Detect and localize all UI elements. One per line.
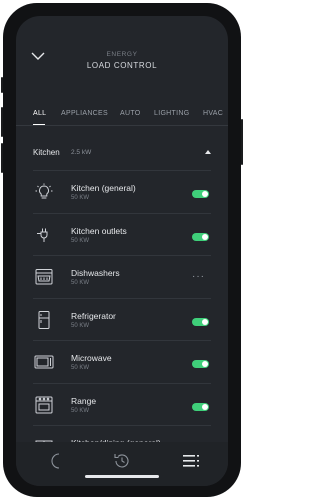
toggle-knob <box>202 233 208 240</box>
item-power: 50 KW <box>71 322 90 329</box>
list-item[interactable]: Kitchen outlets 50 KW <box>33 212 211 256</box>
tab-bar: ALL APPLIANCES AUTO LIGHTING HVAC <box>16 102 228 126</box>
item-name: Dishwashers <box>71 268 120 278</box>
toggle-knob <box>202 361 208 367</box>
menu-icon[interactable] <box>179 451 203 471</box>
side-button <box>1 107 3 137</box>
item-power: 50 KW <box>71 237 90 244</box>
screen: ENERGY LOAD CONTROL ALL APPLIANCES AUTO … <box>16 16 228 486</box>
item-name: Range <box>71 395 97 406</box>
tab-lighting[interactable]: LIGHTING <box>154 110 189 117</box>
lightbulb-icon <box>34 183 54 201</box>
clock-icon[interactable] <box>110 451 134 471</box>
toggle-switch[interactable] <box>192 190 209 198</box>
toggle-switch[interactable] <box>192 402 209 411</box>
plug-icon <box>34 226 54 244</box>
moon-icon[interactable] <box>44 451 68 471</box>
tab-all[interactable]: ALL <box>33 110 46 117</box>
side-button <box>1 77 3 93</box>
item-power: 50 KW <box>71 195 90 201</box>
header-supertitle: ENERGY <box>106 51 138 58</box>
header: ENERGY LOAD CONTROL <box>16 16 228 76</box>
microwave-icon <box>34 353 54 371</box>
toggle-knob <box>202 318 208 325</box>
more-options-icon[interactable]: ··· <box>192 271 205 282</box>
tab-appliances[interactable]: APPLIANCES <box>61 110 108 117</box>
item-name: Refrigerator <box>71 310 116 321</box>
toggle-knob <box>202 191 208 197</box>
load-list: Kitchen (general) 50 KW Kitchen outlets … <box>33 170 211 468</box>
item-name: Kitchen outlets <box>71 225 127 236</box>
list-item[interactable]: Kitchen (general) 50 KW <box>33 170 211 213</box>
toggle-switch[interactable] <box>192 360 209 368</box>
list-item[interactable]: Range 50 KW <box>33 382 211 426</box>
home-indicator[interactable] <box>85 475 159 478</box>
bottom-nav <box>16 442 228 486</box>
toggle-knob <box>202 403 208 410</box>
range-icon <box>34 396 54 414</box>
page-title: LOAD CONTROL <box>86 61 158 70</box>
list-item[interactable]: Microwave 50 KW <box>33 340 211 383</box>
side-button <box>241 119 243 165</box>
tabs-divider <box>16 125 228 126</box>
toggle-switch[interactable] <box>192 232 209 241</box>
section-header[interactable]: Kitchen 2.5 kW <box>16 138 228 164</box>
item-name: Microwave <box>71 353 112 363</box>
section-power: 2.5 kW <box>71 149 92 156</box>
tab-hvac[interactable]: HVAC <box>203 110 223 117</box>
side-button <box>1 143 3 173</box>
tab-auto[interactable]: AUTO <box>120 110 141 117</box>
section-title: Kitchen <box>33 148 60 157</box>
item-name: Kitchen (general) <box>71 183 136 193</box>
caret-up-icon[interactable] <box>205 150 211 154</box>
item-power: 50 KW <box>71 407 90 414</box>
item-power: 50 KW <box>71 365 90 371</box>
item-power: 50 KW <box>71 280 90 286</box>
dishwasher-icon <box>34 268 54 286</box>
list-item[interactable]: Refrigerator 50 KW <box>33 297 211 341</box>
refrigerator-icon <box>34 310 54 329</box>
list-item[interactable]: Dishwashers 50 KW ··· <box>33 255 211 298</box>
toggle-switch[interactable] <box>192 317 209 326</box>
phone-frame: ENERGY LOAD CONTROL ALL APPLIANCES AUTO … <box>1 3 243 497</box>
